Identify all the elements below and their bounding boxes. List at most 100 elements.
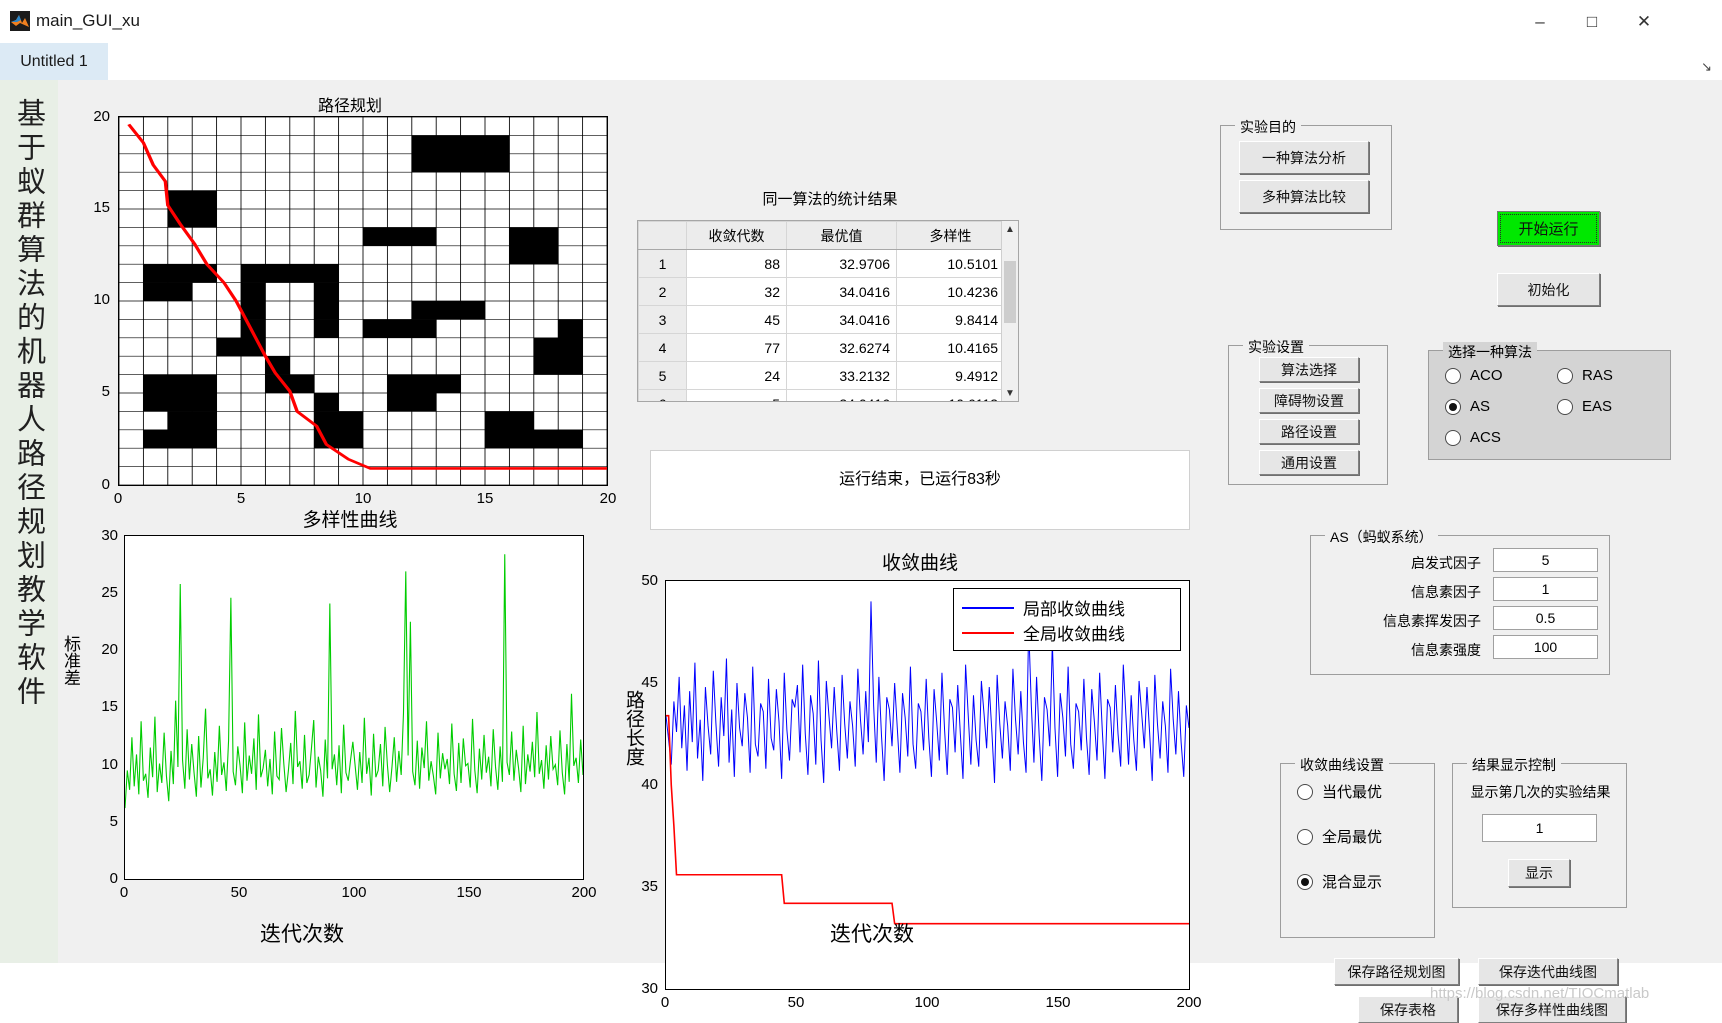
cell-best: 33.2132 [786,361,897,390]
path-settings-button[interactable]: 路径设置 [1259,419,1359,444]
radio-aco[interactable]: ACO [1445,367,1503,384]
cell-diversity: 9.8414 [896,305,1005,334]
pheromone-factor-label: 信息素因子 [1411,584,1481,600]
initialize-button[interactable]: 初始化 [1497,273,1600,306]
radio-dot-ras [1557,367,1573,384]
convergence-xlabel: 迭代次数 [830,923,914,946]
cell-generation: 5 [686,389,787,401]
table-scrollbar[interactable]: ▲ ▼ [1001,221,1018,401]
curve-settings-panel: 收敛曲线设置 当代最优 全局最优 混合显示 [1280,755,1435,938]
algorithm-select-button[interactable]: 算法选择 [1259,357,1359,382]
convergence-ytick-40: 40 [641,776,658,793]
path-xtick-0: 0 [113,490,123,507]
diversity-ytick-10: 10 [101,756,118,773]
diversity-plot-title: 多样性曲线 [302,510,398,531]
result-display-panel: 结果显示控制 显示第几次的实验结果 1 显示 [1452,755,1627,908]
convergence-xtick-100: 100 [914,994,940,1011]
stat-table[interactable]: 收敛代数 最优值 多样性 1 88 32.9706 10.5101 2 32 34.0416… [637,220,1019,402]
cell-best: 34.0416 [786,305,897,334]
diversity-ytick-5: 5 [109,813,118,830]
pheromone-factor-field[interactable]: 1 [1493,577,1598,601]
table-row[interactable]: 6534.041610.6113 [638,389,1005,401]
radio-ras[interactable]: RAS [1557,367,1613,384]
stat-table-title: 同一算法的统计结果 [762,191,898,208]
pheromone-intensity-label: 信息素强度 [1411,642,1481,658]
path-planning-axes[interactable] [118,116,608,486]
settings-panel: 实验设置 算法选择 障碍物设置 路径设置 通用设置 [1228,337,1388,485]
tab-strip: Untitled 1 ↘ [0,43,1722,81]
diversity-xtick-0: 0 [119,884,129,901]
expand-arrow-icon[interactable]: ↘ [1701,59,1712,75]
settings-panel-title: 实验设置 [1243,337,1309,357]
experiment-index-field[interactable]: 1 [1482,814,1597,842]
path-ytick-5: 5 [101,383,110,400]
radio-label-aco: ACO [1470,367,1503,384]
obstacle-settings-button[interactable]: 障碍物设置 [1259,388,1359,413]
table-header-generation: 收敛代数 [686,221,787,250]
start-run-button[interactable]: 开始运行 [1497,211,1600,246]
banner-text: 基于蚁群算法的机器人路径规划教学软件 [12,98,47,710]
display-button[interactable]: 显示 [1508,859,1570,887]
cell-index: 1 [638,249,687,278]
diversity-ytick-30: 30 [101,527,118,544]
maximize-button[interactable]: □ [1566,0,1618,43]
table-row[interactable]: 1 88 32.9706 10.5101 [638,249,1005,278]
radio-as[interactable]: AS [1445,398,1490,415]
general-settings-button[interactable]: 通用设置 [1259,450,1359,475]
cell-generation: 77 [686,333,787,362]
convergence-xtick-0: 0 [660,994,670,1011]
table-row[interactable]: 5 24 33.2132 9.4912 [638,361,1005,390]
diversity-xtick-200: 200 [571,884,597,901]
cell-generation: 45 [686,305,787,334]
cell-best: 32.9706 [786,249,897,278]
table-row[interactable]: 4 77 32.6274 10.4165 [638,333,1005,362]
radio-dot-aco [1445,367,1461,384]
evaporation-factor-field[interactable]: 0.5 [1493,606,1598,630]
diversity-xlabel: 迭代次数 [260,923,344,946]
cell-diversity: 10.4236 [896,277,1005,306]
save-path-plot-button[interactable]: 保存路径规划图 [1334,958,1459,985]
single-algorithm-analysis-button[interactable]: 一种算法分析 [1239,141,1369,174]
chevron-up-icon[interactable]: ▲ [1002,221,1018,237]
table-header-best: 最优值 [786,221,897,250]
radio-mixed-display[interactable]: 混合显示 [1297,871,1382,892]
status-message-box: 运行结束，已运行83秒 [650,450,1190,530]
pheromone-intensity-field[interactable]: 100 [1493,635,1598,659]
diversity-axes[interactable] [124,535,584,880]
save-iteration-curve-button[interactable]: 保存迭代曲线图 [1478,958,1618,985]
diversity-xtick-150: 150 [456,884,482,901]
chevron-down-icon[interactable]: ▼ [1002,385,1018,401]
cell-diversity: 10.5101 [896,249,1005,278]
table-row[interactable]: 2 32 34.0416 10.4236 [638,277,1005,306]
convergence-ytick-50: 50 [641,572,658,589]
table-row[interactable]: 3 45 34.0416 9.8414 [638,305,1005,334]
cell-diversity: 10.4165 [896,333,1005,362]
minimize-button[interactable]: – [1514,0,1566,43]
convergence-axes[interactable]: 局部收敛曲线 全局收敛曲线 [665,580,1190,990]
multi-algorithm-compare-button[interactable]: 多种算法比较 [1239,180,1369,213]
window-title: main_GUI_xu [36,11,140,30]
radio-label-current-best: 当代最优 [1322,784,1383,801]
radio-dot-as [1445,398,1461,415]
cell-diversity: 10.6113 [896,389,1005,401]
scrollbar-thumb[interactable] [1004,261,1016,323]
cell-index: 4 [638,333,687,362]
radio-label-ras: RAS [1582,367,1613,384]
legend-label-local: 局部收敛曲线 [1023,600,1125,619]
close-button[interactable]: ✕ [1618,0,1670,43]
radio-acs[interactable]: ACS [1445,429,1501,446]
radio-dot-acs [1445,429,1461,446]
radio-dot-global-best [1297,828,1313,845]
tab-untitled-1[interactable]: Untitled 1 [0,43,108,80]
path-plot-title: 路径规划 [317,98,382,115]
algorithm-panel-title: 选择一种算法 [1443,342,1537,362]
radio-dot-eas [1557,398,1573,415]
radio-eas[interactable]: EAS [1557,398,1612,415]
cell-generation: 24 [686,361,787,390]
title-bar: main_GUI_xu – □ ✕ [0,0,1722,43]
heuristic-factor-field[interactable]: 5 [1493,548,1598,572]
radio-global-best[interactable]: 全局最优 [1297,826,1382,847]
radio-label-mixed-display: 混合显示 [1322,874,1383,891]
result-prompt: 显示第几次的实验结果 [1470,784,1611,800]
radio-current-best[interactable]: 当代最优 [1297,781,1382,802]
